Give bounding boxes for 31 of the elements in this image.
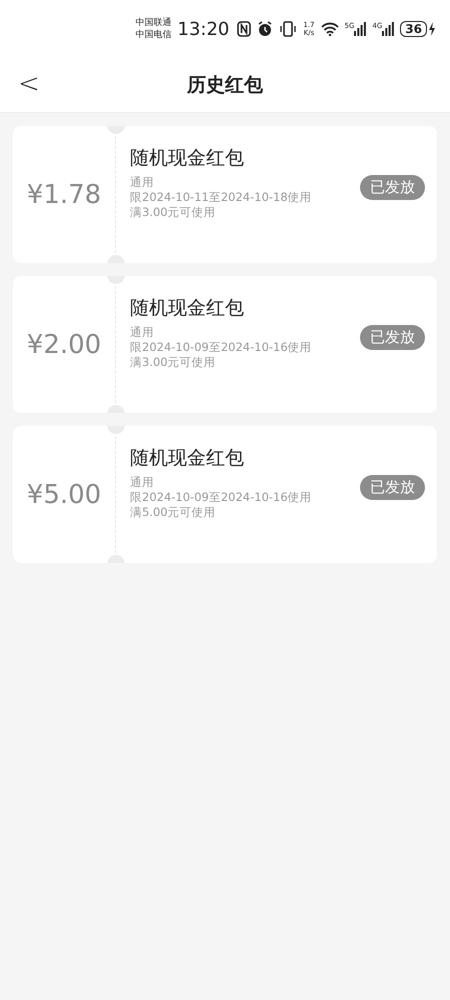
coupon-scope: 通用: [130, 475, 155, 490]
coupon-title: 随机现金红包: [130, 146, 245, 171]
coupon-scope: 通用: [130, 325, 155, 340]
wifi-icon: [320, 22, 339, 36]
coupon-title: 随机现金红包: [130, 446, 245, 471]
coupon-amount: ¥5.00: [26, 480, 102, 510]
carrier-name: 中国电信: [136, 29, 172, 41]
back-button[interactable]: <: [14, 70, 44, 98]
alarm-icon: [257, 21, 274, 37]
validity-period: 限2024-10-09至2024-10-16使用: [130, 490, 313, 505]
signal-icon: [382, 22, 394, 36]
clock-time: 13:20: [178, 18, 230, 40]
signal-icon: [354, 22, 366, 36]
status-badge: 已发放: [360, 475, 425, 500]
page-title: 历史红包: [187, 73, 263, 98]
usage-condition: 满3.00元可使用: [130, 205, 217, 220]
status-badge: 已发放: [360, 325, 425, 350]
vibrate-icon: [279, 21, 298, 37]
carrier-name: 中国联通: [136, 17, 172, 29]
usage-condition: 满3.00元可使用: [130, 355, 217, 370]
coupon-scope: 通用: [130, 175, 155, 190]
coupon-title: 随机现金红包: [130, 296, 245, 321]
nfc-icon: [237, 21, 252, 37]
validity-period: 限2024-10-11至2024-10-18使用: [130, 190, 313, 205]
validity-period: 限2024-10-09至2024-10-16使用: [130, 340, 313, 355]
status-badge: 已发放: [360, 175, 425, 200]
usage-condition: 满5.00元可使用: [130, 505, 217, 520]
charging-icon: [428, 22, 436, 36]
battery-level: 36: [400, 21, 427, 37]
coupon-amount: ¥1.78: [26, 180, 102, 210]
coupon-amount: ¥2.00: [26, 330, 102, 360]
